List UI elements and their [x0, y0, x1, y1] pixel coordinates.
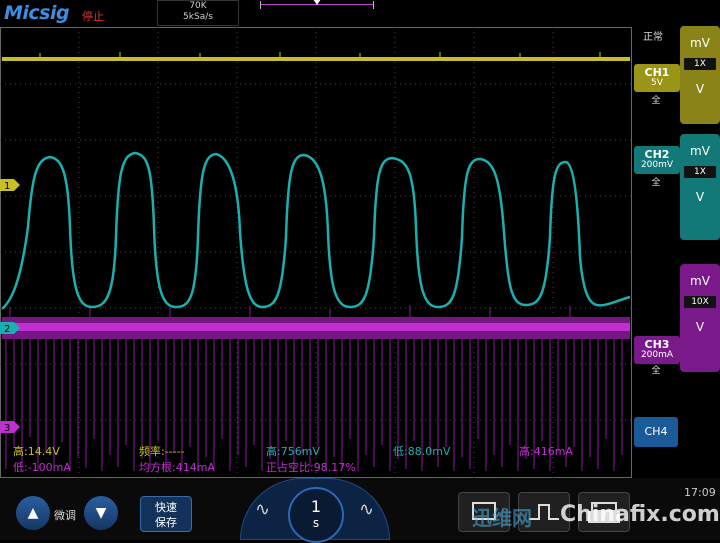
- ch1-high-measure: 高:14.4V: [13, 445, 60, 458]
- bottom-toolbar: ▲ 微调 ▼ 快速 保存 ∿ 1 s ∿ 17:09 迅维网 Chinafix.…: [0, 478, 720, 543]
- memory-position-bar[interactable]: [260, 0, 374, 9]
- ch1-scale-knob[interactable]: mV 1X V: [680, 26, 720, 124]
- ch2-scale-knob[interactable]: mV 1X V: [680, 134, 720, 240]
- ch3-unit-up[interactable]: mV: [680, 274, 720, 288]
- ch2-probe[interactable]: 1X: [684, 166, 716, 178]
- ch3-label[interactable]: CH3 200mA: [634, 336, 680, 364]
- acquisition-info[interactable]: 70K 5kSa/s: [157, 0, 239, 26]
- fine-up-button[interactable]: ▲: [16, 496, 50, 530]
- top-bar: Micsig 停止 70K 5kSa/s: [0, 0, 632, 26]
- ch1-scale: 5V: [651, 78, 663, 88]
- timebase-decrease-icon[interactable]: ∿: [255, 499, 270, 520]
- ch3-high-measure: 高:416mA: [519, 445, 573, 458]
- timebase-value-display[interactable]: 1 s: [288, 487, 344, 543]
- ch4-button[interactable]: CH4: [634, 417, 678, 447]
- watermark-cn: 迅维网: [472, 506, 532, 530]
- run-status[interactable]: 停止: [82, 8, 104, 24]
- sample-rate: 5kSa/s: [183, 12, 213, 22]
- ch1-label[interactable]: CH1 5V: [634, 64, 680, 92]
- graticule: [0, 27, 632, 478]
- ch2-high-measure: 高:756mV: [266, 445, 320, 458]
- fine-adjust-label: 微调: [54, 509, 76, 522]
- timebase-dial[interactable]: ∿ 1 s ∿: [240, 478, 390, 543]
- ch3-rms-measure: 均方根:414mA: [139, 461, 215, 474]
- up-arrow-icon: ▲: [27, 505, 39, 521]
- ch3-scale: 200mA: [640, 350, 674, 360]
- ch1-probe[interactable]: 1X: [684, 58, 716, 70]
- ch2-label[interactable]: CH2 200mV: [634, 146, 680, 174]
- sample-count: 70K: [189, 1, 207, 11]
- timebase-increase-icon[interactable]: ∿: [359, 499, 374, 520]
- ch1-unit-down[interactable]: V: [680, 82, 720, 96]
- logo: Micsig: [4, 2, 70, 24]
- ch3-unit-down[interactable]: V: [680, 320, 720, 334]
- ch3-name: CH3: [644, 338, 670, 351]
- trigger-mode[interactable]: 正常: [643, 28, 663, 43]
- timebase-unit: s: [312, 516, 320, 530]
- ch1-marker-label: 1: [4, 181, 10, 192]
- quick-save-button[interactable]: 快速 保存: [140, 496, 192, 532]
- ch3-probe[interactable]: 10X: [684, 296, 716, 308]
- ch3-marker-label: 3: [4, 423, 10, 434]
- ch2-low-measure: 低:88.0mV: [393, 445, 451, 458]
- ch1-trace: [2, 52, 630, 61]
- quick-save-line2: 保存: [155, 516, 177, 529]
- ch3-low-measure: 低:-100mA: [13, 461, 71, 474]
- ch2-marker-label: 2: [4, 324, 10, 335]
- channel-panel: 正常 CH1 5V 全 mV 1X V CH2 200mV 全 mV 1X V …: [633, 26, 720, 478]
- waveform-display[interactable]: 1 2 3 高:14.4V 频率:----- 高:756mV 低:88.0mV …: [0, 27, 632, 478]
- ch3-duty-measure: 正占空比:98.17%: [266, 461, 356, 474]
- ch2-name: CH2: [644, 148, 670, 161]
- ch1-freq-measure: 频率:-----: [139, 445, 185, 458]
- ch1-coupling: 全: [651, 96, 661, 106]
- clock: 17:09: [684, 486, 716, 499]
- ch3-scale-knob[interactable]: mV 10X V: [680, 264, 720, 372]
- fine-down-button[interactable]: ▼: [84, 496, 118, 530]
- ch2-unit-up[interactable]: mV: [680, 144, 720, 158]
- down-arrow-icon: ▼: [95, 505, 107, 521]
- ch1-name: CH1: [644, 66, 670, 79]
- ch2-scale: 200mV: [640, 160, 674, 170]
- timebase-value: 1: [310, 497, 322, 516]
- watermark-en: Chinafix.com: [560, 502, 720, 527]
- ch2-trace: [1, 151, 631, 310]
- quick-save-line1: 快速: [155, 501, 177, 514]
- ch2-unit-down[interactable]: V: [680, 190, 720, 204]
- ch1-unit-up[interactable]: mV: [680, 36, 720, 50]
- trigger-position-icon: [313, 0, 321, 5]
- ch3-coupling: 全: [651, 366, 661, 376]
- ch2-coupling: 全: [651, 178, 661, 188]
